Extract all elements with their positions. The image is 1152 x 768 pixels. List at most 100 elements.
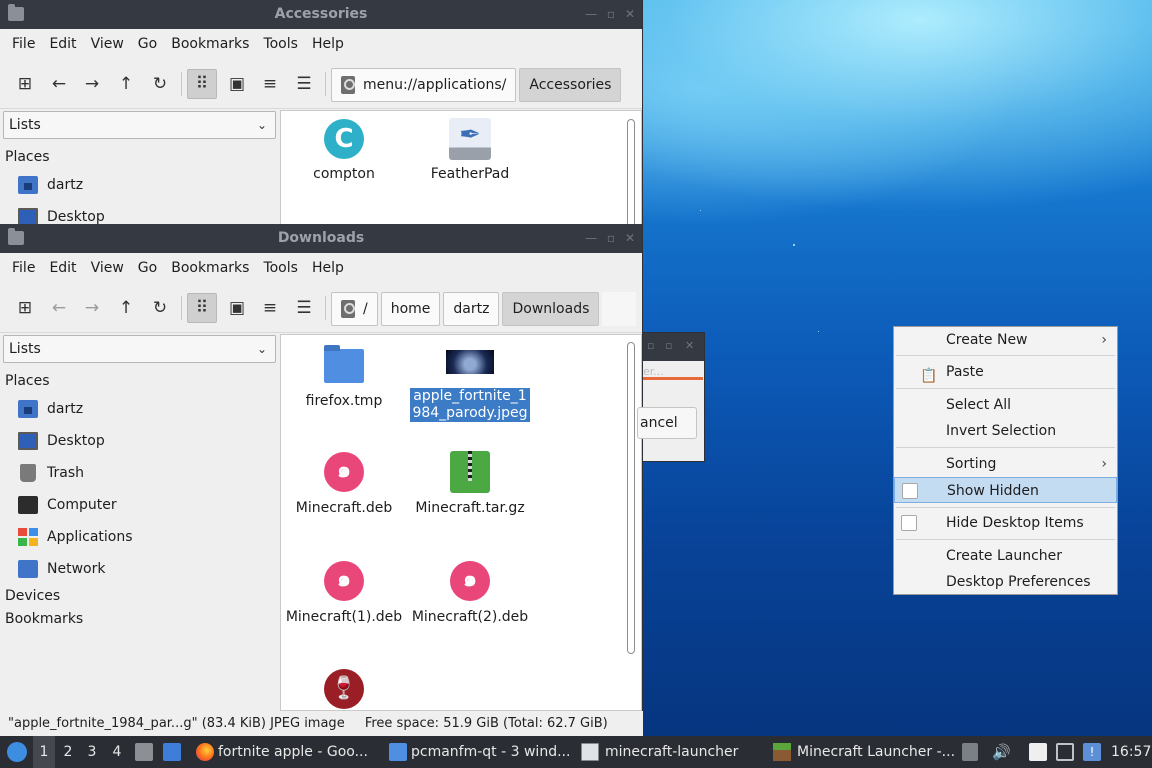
place-item-dartz[interactable]: dartz	[18, 398, 83, 420]
place-item-trash[interactable]: Trash	[18, 462, 84, 484]
menu-item-invert-selection[interactable]: Invert Selection	[894, 418, 1117, 444]
icon-view-button[interactable]: ⠿	[187, 69, 217, 99]
menu-item-paste[interactable]: 📋 Paste	[894, 359, 1117, 385]
new-tab-button[interactable]: ⊞	[10, 293, 40, 323]
file-view[interactable]: firefox.tmp apple_fortnite_1 984_parody.j…	[280, 334, 642, 711]
menu-view[interactable]: View	[84, 36, 131, 52]
menu-item-hide-desktop-items[interactable]: Hide Desktop Items	[894, 510, 1117, 536]
downloads-window[interactable]: Downloads — ▫ ✕ File Edit View Go Bookma…	[0, 224, 643, 736]
vertical-scrollbar[interactable]	[627, 119, 635, 224]
accessories-titlebar[interactable]: Accessories — ▫ ✕	[0, 0, 642, 29]
place-item-network[interactable]: Network	[18, 558, 105, 580]
forward-button[interactable]: →	[77, 293, 107, 323]
place-item-dartz[interactable]: dartz	[18, 174, 83, 196]
up-button[interactable]: ↑	[111, 69, 141, 99]
notification-icon[interactable]: !	[1083, 743, 1101, 761]
devices-header[interactable]: Devices	[5, 588, 60, 604]
show-hidden-checkbox[interactable]	[902, 483, 918, 499]
show-desktop-icon[interactable]	[163, 743, 181, 761]
close-button[interactable]: ✕	[622, 6, 638, 22]
file-item[interactable]: Minecraft.tar.gz	[409, 451, 531, 517]
side-pane-mode-select[interactable]: Lists ⌄	[3, 335, 276, 363]
network-tray-icon[interactable]	[1056, 743, 1074, 761]
task-button-minecraft-launcher[interactable]: minecraft-launcher	[605, 736, 738, 768]
vertical-scrollbar[interactable]	[627, 342, 635, 654]
back-button[interactable]: ←	[44, 69, 74, 99]
file-item-selected[interactable]: apple_fortnite_1 984_parody.jpeg	[409, 350, 531, 422]
task-button-pcmanfm[interactable]: pcmanfm-qt - 3 wind...	[411, 736, 570, 768]
file-view[interactable]: C compton ✒ FeatherPad	[280, 110, 642, 224]
workspace-4[interactable]: 4	[106, 736, 128, 768]
workspace-1[interactable]: 1	[33, 736, 55, 768]
icon-view-button[interactable]: ⠿	[187, 293, 217, 323]
minimize-button[interactable]: —	[583, 6, 599, 22]
menu-edit[interactable]: Edit	[42, 260, 83, 276]
file-item[interactable]: firefox.tmp	[283, 345, 405, 410]
menu-help[interactable]: Help	[305, 36, 351, 52]
hide-desktop-items-checkbox[interactable]	[901, 515, 917, 531]
menu-bookmarks[interactable]: Bookmarks	[164, 36, 256, 52]
menu-help[interactable]: Help	[305, 260, 351, 276]
menu-file[interactable]: File	[5, 36, 42, 52]
menu-item-create-new[interactable]: Create New ›	[894, 327, 1117, 353]
accessories-window[interactable]: Accessories — ▫ ✕ File Edit View Go Book…	[0, 0, 643, 224]
maximize-button[interactable]: ▫	[603, 6, 619, 22]
minimize-button[interactable]: ▫	[647, 339, 654, 352]
maximize-button[interactable]: ▫	[603, 230, 619, 246]
downloads-titlebar[interactable]: Downloads — ▫ ✕	[0, 224, 642, 253]
close-button[interactable]: ✕	[685, 339, 694, 352]
menu-item-select-all[interactable]: Select All	[894, 392, 1117, 418]
volume-icon[interactable]: 🔊	[992, 743, 1011, 761]
detailed-view-button[interactable]: ☰	[289, 293, 319, 323]
place-item-computer[interactable]: Computer	[18, 494, 117, 516]
place-item-desktop[interactable]: Desktop	[18, 206, 105, 224]
forward-button[interactable]: →	[77, 69, 107, 99]
workspace-2[interactable]: 2	[57, 736, 79, 768]
menu-item-desktop-preferences[interactable]: Desktop Preferences	[894, 569, 1117, 595]
menu-go[interactable]: Go	[131, 260, 164, 276]
compact-view-button[interactable]: ≡	[255, 69, 285, 99]
bookmarks-header[interactable]: Bookmarks	[5, 611, 83, 627]
detailed-view-button[interactable]: ☰	[289, 69, 319, 99]
path-segment-root[interactable]: menu://applications/	[331, 68, 517, 102]
file-manager-launcher-icon[interactable]	[135, 743, 153, 761]
thumbnail-view-button[interactable]: ▣	[222, 69, 252, 99]
place-item-applications[interactable]: Applications	[18, 526, 133, 548]
up-button[interactable]: ↑	[111, 293, 141, 323]
path-segment-current[interactable]: Downloads	[502, 292, 600, 326]
compact-view-button[interactable]: ≡	[255, 293, 285, 323]
menu-item-create-launcher[interactable]: Create Launcher	[894, 543, 1117, 569]
close-button[interactable]: ✕	[622, 230, 638, 246]
places-header[interactable]: Places	[5, 149, 50, 165]
start-menu-icon[interactable]	[7, 742, 27, 762]
task-button-minecraft-launcher-window[interactable]: Minecraft Launcher -...	[797, 736, 955, 768]
path-segment-current[interactable]: Accessories	[519, 68, 622, 102]
scroll-indicator-icon[interactable]	[962, 743, 978, 761]
maximize-button[interactable]: ▫	[665, 339, 672, 352]
path-segment-root[interactable]: /	[331, 292, 378, 326]
dialog-titlebar[interactable]: ▫ ▫ ✕	[643, 333, 704, 361]
file-item[interactable]: 🍷	[283, 669, 405, 709]
menu-tools[interactable]: Tools	[256, 260, 305, 276]
reload-button[interactable]: ↻	[145, 69, 175, 99]
menu-item-sorting[interactable]: Sorting ›	[894, 451, 1117, 477]
new-tab-button[interactable]: ⊞	[10, 69, 40, 99]
menu-file[interactable]: File	[5, 260, 42, 276]
menu-go[interactable]: Go	[131, 36, 164, 52]
file-item[interactable]: ✒ FeatherPad	[409, 118, 531, 183]
reload-button[interactable]: ↻	[145, 293, 175, 323]
menu-view[interactable]: View	[84, 260, 131, 276]
minimize-button[interactable]: —	[583, 230, 599, 246]
menu-edit[interactable]: Edit	[42, 36, 83, 52]
side-pane-mode-select[interactable]: Lists ⌄	[3, 111, 276, 139]
file-item[interactable]: ๑ Minecraft(2).deb	[409, 561, 531, 626]
clock[interactable]: 16:57	[1111, 736, 1151, 768]
back-button[interactable]: ←	[44, 293, 74, 323]
cancel-button[interactable]: ancel	[637, 407, 697, 439]
place-item-desktop[interactable]: Desktop	[18, 430, 105, 452]
background-dialog[interactable]: ▫ ▫ ✕ er... ancel	[637, 332, 705, 462]
clipboard-tray-icon[interactable]	[1029, 743, 1047, 761]
task-button-firefox[interactable]: fortnite apple - Goo...	[218, 736, 368, 768]
file-item[interactable]: ๑ Minecraft(1).deb	[283, 561, 405, 626]
path-segment-home[interactable]: home	[380, 292, 441, 326]
